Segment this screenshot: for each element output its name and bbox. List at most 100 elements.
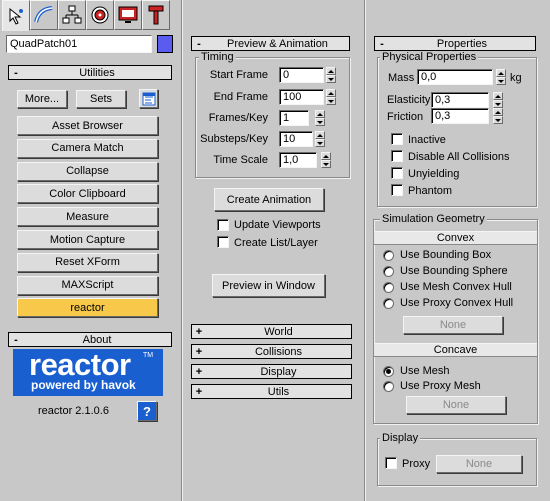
logo-main-text: reactor: [29, 347, 131, 382]
reactor-logo: reactor TM powered by havok: [13, 347, 163, 396]
use-bounding-box-radio[interactable]: [383, 250, 394, 261]
help-button[interactable]: ?: [137, 401, 157, 421]
logo-sub-text: powered by havok: [31, 378, 136, 392]
friction-spinner[interactable]: [493, 108, 503, 124]
utility-motion-capture-button[interactable]: Motion Capture: [17, 230, 158, 249]
utility-label: Reset XForm: [55, 256, 120, 269]
curve-icon: [34, 6, 53, 23]
version-label: reactor 2.1.0.6: [38, 405, 109, 417]
substeps-spinner[interactable]: [315, 131, 325, 147]
monitor-icon: [118, 6, 138, 23]
utility-camera-match-button[interactable]: Camera Match: [17, 138, 158, 158]
time-scale-field[interactable]: 1,0: [279, 152, 317, 168]
disable-all-collisions-checkbox[interactable]: [391, 150, 403, 162]
more-button[interactable]: More...: [17, 90, 67, 108]
preview-rollout-header[interactable]: - Preview & Animation: [191, 36, 350, 51]
utility-label: Camera Match: [51, 142, 124, 155]
frames-key-spinner[interactable]: [315, 110, 325, 126]
simulation-geometry-label: Simulation Geometry: [380, 213, 487, 225]
mass-spinner[interactable]: [496, 69, 506, 85]
use-mesh-convex-hull-radio[interactable]: [383, 282, 394, 293]
start-frame-spinner[interactable]: [326, 67, 336, 83]
mass-field[interactable]: 0,0: [417, 69, 493, 85]
utility-reactor-button[interactable]: reactor: [17, 298, 158, 318]
utility-measure-button[interactable]: Measure: [17, 207, 158, 227]
use-bounding-sphere-label: Use Bounding Sphere: [400, 265, 508, 277]
substeps-field[interactable]: 10: [279, 131, 313, 147]
friction-label: Friction: [387, 111, 424, 123]
phantom-checkbox[interactable]: [391, 184, 403, 196]
utility-collapse-button[interactable]: Collapse: [17, 161, 158, 181]
use-proxy-mesh-label: Use Proxy Mesh: [400, 380, 481, 392]
proxy-label: Proxy: [402, 458, 431, 470]
start-frame-field[interactable]: 0: [279, 67, 324, 83]
end-frame-label: End Frame: [213, 91, 268, 103]
properties-rollout-header[interactable]: - Properties: [374, 36, 536, 51]
use-proxy-mesh-radio[interactable]: [383, 381, 394, 392]
display-rollout-header[interactable]: + Display: [191, 364, 352, 379]
use-proxy-convex-hull-radio[interactable]: [383, 298, 394, 309]
substeps-label: Substeps/Key: [200, 133, 268, 145]
use-mesh-convex-hull-label: Use Mesh Convex Hull: [400, 281, 512, 293]
utility-label: MAXScript: [61, 279, 114, 292]
utility-label: Asset Browser: [52, 119, 123, 132]
utility-asset-browser-button[interactable]: Asset Browser: [17, 116, 158, 135]
world-rollout-header[interactable]: + World: [191, 324, 352, 339]
motion-wheel-icon: [91, 6, 109, 24]
end-frame-spinner[interactable]: [326, 89, 336, 105]
expand-sign: +: [195, 345, 203, 358]
tab-motion[interactable]: [86, 0, 114, 30]
utilities-rollout-header[interactable]: - Utilities: [8, 65, 172, 80]
tab-utilities[interactable]: [142, 0, 170, 30]
use-mesh-label: Use Mesh: [400, 365, 450, 377]
utility-label: Color Clipboard: [49, 187, 126, 200]
use-bounding-sphere-radio[interactable]: [383, 266, 394, 277]
convex-none-button[interactable]: None: [403, 316, 503, 334]
utility-color-clipboard-button[interactable]: Color Clipboard: [17, 184, 158, 204]
create-list-layer-checkbox[interactable]: [217, 236, 229, 248]
end-frame-field[interactable]: 100: [279, 89, 324, 105]
update-viewports-checkbox[interactable]: [217, 219, 229, 231]
utility-maxscript-button[interactable]: MAXScript: [17, 275, 158, 295]
utility-label: reactor: [70, 301, 105, 314]
tab-display[interactable]: [114, 0, 142, 30]
convex-header: Convex: [374, 231, 537, 245]
use-proxy-convex-hull-label: Use Proxy Convex Hull: [400, 297, 514, 309]
hierarchy-icon: [62, 5, 82, 24]
create-animation-button[interactable]: Create Animation: [214, 188, 324, 211]
friction-field[interactable]: 0,3: [431, 108, 489, 124]
elasticity-spinner[interactable]: [493, 92, 503, 108]
expand-sign: +: [195, 325, 203, 338]
unyielding-checkbox[interactable]: [391, 167, 403, 179]
tab-create[interactable]: [2, 0, 30, 31]
utils-rollout-header[interactable]: + Utils: [191, 384, 352, 399]
frames-key-field[interactable]: 1: [279, 110, 309, 126]
tab-modify[interactable]: [30, 0, 58, 30]
preview-window-button[interactable]: Preview in Window: [212, 274, 325, 297]
sets-button[interactable]: Sets: [76, 90, 126, 108]
utility-label: Collapse: [66, 165, 109, 178]
disable-all-collisions-label: Disable All Collisions: [408, 151, 510, 163]
expand-sign: +: [195, 365, 203, 378]
configure-icon: [142, 92, 155, 105]
use-mesh-radio[interactable]: [383, 366, 394, 377]
collisions-rollout-header[interactable]: + Collisions: [191, 344, 352, 359]
display-label: Display: [380, 432, 421, 444]
configure-sets-button[interactable]: [139, 89, 158, 108]
physical-properties-label: Physical Properties: [380, 51, 479, 63]
unyielding-label: Unyielding: [408, 168, 460, 180]
proxy-checkbox[interactable]: [385, 457, 397, 469]
logo-trademark: TM: [143, 352, 154, 359]
object-color-swatch[interactable]: [157, 35, 173, 53]
about-rollout-header[interactable]: - About: [8, 332, 172, 347]
elasticity-field[interactable]: 0,3: [431, 92, 489, 108]
tab-hierarchy[interactable]: [58, 0, 86, 30]
rollout-title: Display: [260, 365, 297, 378]
proxy-none-button[interactable]: None: [436, 455, 522, 473]
inactive-checkbox[interactable]: [391, 133, 403, 145]
object-name-field[interactable]: QuadPatch01: [6, 35, 152, 53]
utility-reset-xform-button[interactable]: Reset XForm: [17, 252, 158, 272]
concave-none-button[interactable]: None: [406, 396, 506, 414]
time-scale-spinner[interactable]: [321, 152, 331, 168]
utility-label: Measure: [66, 210, 109, 223]
